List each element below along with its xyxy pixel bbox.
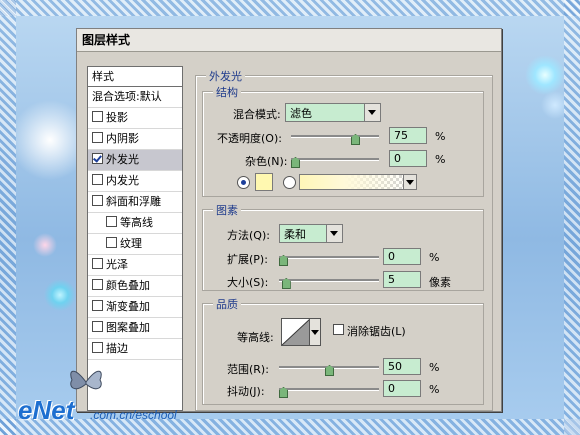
jitter-input[interactable]: 0 — [383, 380, 421, 397]
style-item[interactable]: 内阴影 — [88, 129, 182, 150]
style-checkbox[interactable] — [106, 216, 117, 227]
style-item-label: 描边 — [106, 342, 128, 355]
structure-title: 结构 — [213, 84, 241, 100]
noise-input[interactable]: 0 — [389, 150, 427, 167]
watermark-url: .com.cn/eschool — [90, 408, 177, 422]
size-slider-track[interactable] — [279, 279, 379, 282]
outer-glow-title: 外发光 — [206, 68, 245, 84]
style-checkbox[interactable] — [92, 342, 103, 353]
noise-label: 杂色(N): — [245, 155, 288, 168]
blend-mode-value: 滤色 — [290, 107, 312, 120]
opacity-unit: % — [435, 130, 446, 143]
spread-label: 扩展(P): — [227, 253, 268, 266]
technique-value: 柔和 — [284, 228, 306, 241]
jitter-slider-track[interactable] — [279, 388, 379, 391]
jitter-label: 抖动(J): — [227, 385, 265, 398]
style-item[interactable]: 内发光 — [88, 171, 182, 192]
style-item-label: 内阴影 — [106, 132, 139, 145]
jitter-unit: % — [429, 383, 440, 396]
style-checkbox[interactable] — [92, 279, 103, 290]
noise-unit: % — [435, 153, 446, 166]
structure-group: 结构 混合模式: 滤色 不透明度(O): 75 % 杂色(N): 0 % — [202, 84, 484, 197]
style-checkbox[interactable] — [106, 237, 117, 248]
layer-style-dialog: 图层样式 样式 混合选项:默认 投影 内阴影 外发光 内发光 斜面和浮雕 等高线 纹理 光泽 颜色… — [76, 28, 502, 412]
technique-select[interactable]: 柔和 — [279, 224, 343, 243]
style-checkbox[interactable] — [92, 195, 103, 206]
elements-group: 图素 方法(Q): 柔和 扩展(P): 0 % 大小(S): 5 像素 — [202, 202, 484, 291]
chevron-down-icon — [364, 104, 380, 121]
opacity-label: 不透明度(O): — [217, 132, 282, 145]
size-label: 大小(S): — [227, 276, 269, 289]
decorative-frame-bottom — [0, 419, 580, 435]
contour-label: 等高线: — [237, 331, 274, 344]
range-input[interactable]: 50 — [383, 358, 421, 375]
elements-title: 图素 — [213, 202, 241, 218]
noise-slider-track[interactable] — [291, 158, 379, 161]
antialias-checkbox[interactable] — [333, 324, 344, 335]
style-item-label: 内发光 — [106, 174, 139, 187]
opacity-slider-track[interactable] — [291, 135, 379, 138]
gradient-preview[interactable] — [299, 174, 413, 190]
antialias-label: 消除锯齿(L) — [347, 325, 406, 338]
contour-dropdown-icon[interactable] — [309, 318, 321, 346]
opacity-input[interactable]: 75 — [389, 127, 427, 144]
style-item-label: 渐变叠加 — [106, 300, 150, 313]
style-item[interactable]: 光泽 — [88, 255, 182, 276]
style-checkbox[interactable] — [92, 300, 103, 311]
style-item-label: 斜面和浮雕 — [106, 195, 161, 208]
style-item-label: 等高线 — [120, 216, 153, 229]
style-item[interactable]: 纹理 — [88, 234, 182, 255]
style-checkbox[interactable] — [92, 132, 103, 143]
blend-mode-label: 混合模式: — [233, 108, 281, 121]
style-item-label: 混合选项:默认 — [92, 90, 162, 103]
style-item-label: 纹理 — [120, 237, 142, 250]
style-item[interactable]: 图案叠加 — [88, 318, 182, 339]
style-item[interactable]: 外发光 — [88, 150, 182, 171]
spread-slider-track[interactable] — [279, 256, 379, 259]
chevron-down-icon — [326, 225, 342, 242]
spread-input[interactable]: 0 — [383, 248, 421, 265]
style-item[interactable]: 投影 — [88, 108, 182, 129]
gradient-dropdown-icon[interactable] — [403, 174, 417, 190]
style-item[interactable]: 混合选项:默认 — [88, 87, 182, 108]
decorative-frame-right — [564, 0, 580, 435]
style-item[interactable]: 斜面和浮雕 — [88, 192, 182, 213]
decorative-frame-top — [0, 0, 580, 16]
blend-mode-select[interactable]: 滤色 — [285, 103, 381, 122]
style-item[interactable]: 渐变叠加 — [88, 297, 182, 318]
style-item-label: 颜色叠加 — [106, 279, 150, 292]
style-checkbox[interactable] — [92, 153, 103, 164]
style-checkbox[interactable] — [92, 174, 103, 185]
decorative-frame-left — [0, 0, 16, 435]
gradient-radio[interactable] — [283, 176, 296, 189]
contour-picker[interactable] — [281, 318, 311, 346]
style-item-label: 光泽 — [106, 258, 128, 271]
style-item[interactable]: 颜色叠加 — [88, 276, 182, 297]
style-item-label: 投影 — [106, 111, 128, 124]
solid-color-radio[interactable] — [237, 176, 250, 189]
style-checkbox[interactable] — [92, 111, 103, 122]
spread-unit: % — [429, 251, 440, 264]
size-input[interactable]: 5 — [383, 271, 421, 288]
style-item-label: 外发光 — [106, 153, 139, 166]
style-item[interactable]: 描边 — [88, 339, 182, 360]
style-item-label: 图案叠加 — [106, 321, 150, 334]
range-label: 范围(R): — [227, 363, 269, 376]
styles-header[interactable]: 样式 — [88, 67, 182, 87]
dialog-title: 图层样式 — [77, 29, 501, 52]
style-checkbox[interactable] — [92, 258, 103, 269]
outer-glow-group: 外发光 结构 混合模式: 滤色 不透明度(O): 75 % 杂色(N): 0 % — [195, 68, 493, 411]
quality-group: 品质 等高线: 消除锯齿(L) 范围(R): 50 % 抖动(J): 0 % — [202, 296, 484, 405]
style-checkbox[interactable] — [92, 321, 103, 332]
technique-label: 方法(Q): — [227, 229, 270, 242]
range-unit: % — [429, 361, 440, 374]
quality-title: 品质 — [213, 296, 241, 312]
contour-curve-icon — [282, 319, 310, 345]
enet-logo: eNet — [18, 395, 75, 425]
size-unit: 像素 — [429, 276, 451, 289]
styles-list: 样式 混合选项:默认投影内阴影外发光内发光斜面和浮雕等高线纹理光泽颜色叠加渐变叠… — [87, 66, 183, 411]
glow-color-swatch[interactable] — [255, 173, 273, 191]
style-item[interactable]: 等高线 — [88, 213, 182, 234]
